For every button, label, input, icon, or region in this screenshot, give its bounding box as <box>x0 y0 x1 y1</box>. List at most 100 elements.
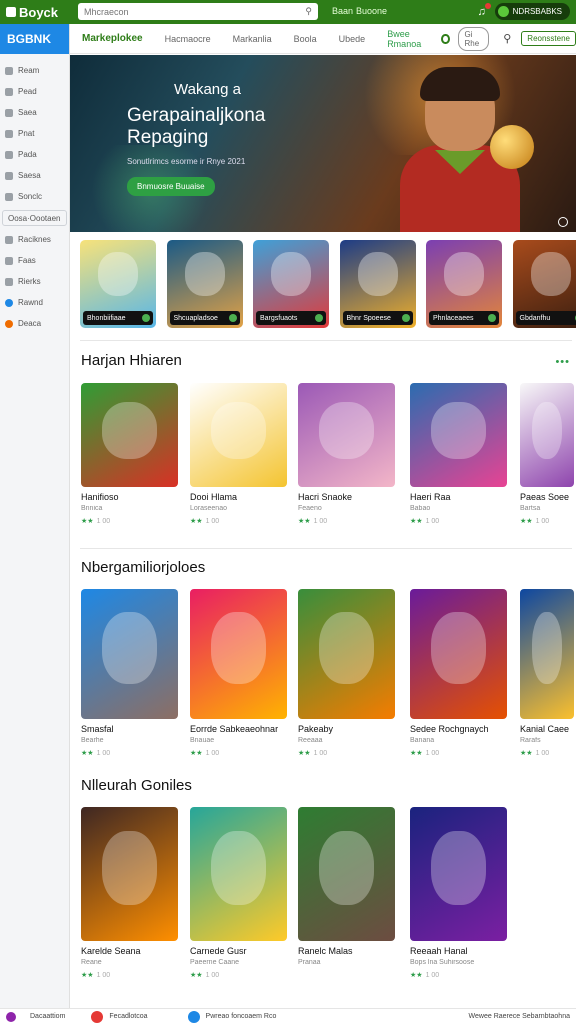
bottom-link-2[interactable]: Fecadlotcoa <box>109 1013 147 1020</box>
game-card[interactable]: Eorrde Sabkeaeohnar Bnauae ★★ 1 00 <box>190 589 287 757</box>
location-icon[interactable] <box>441 33 450 44</box>
sidebar-item[interactable]: Pada <box>0 144 69 165</box>
section-title: Harjan Hhiaren <box>81 352 182 369</box>
chrome-icon[interactable] <box>91 1010 104 1023</box>
game-thumbnail[interactable] <box>81 383 178 487</box>
game-thumbnail[interactable] <box>81 589 178 719</box>
featured-card[interactable]: Shcuapladsoe <box>166 240 243 328</box>
more-options-icon[interactable]: ••• <box>555 356 570 368</box>
sidebar-item[interactable]: Sonclc <box>0 186 69 207</box>
game-card[interactable]: Dooi Hlama Loraseenao ★★ 1 00 <box>190 383 287 525</box>
game-card[interactable]: Haeri Raa Babao ★★ 1 00 <box>410 383 507 525</box>
game-card[interactable]: Smasfal Bearhe ★★ 1 00 <box>81 589 178 757</box>
tab-3[interactable]: Markanlia <box>233 34 272 44</box>
game-card[interactable]: Reeaah Hanal Bops lna Suhirsoose ★★ 1 00 <box>410 807 507 979</box>
hero-banner[interactable]: Wakang a Gerapainaljkona Repaging Sonutl… <box>70 55 576 232</box>
top-link-1[interactable]: Baan <box>332 6 353 16</box>
game-card[interactable]: Pakeaby Reeaaa ★★ 1 00 <box>298 589 395 757</box>
sidebar-item[interactable]: Deaca <box>0 313 69 334</box>
status-dot-icon <box>401 314 410 322</box>
bottom-link-1[interactable]: Dacaattiom <box>30 1013 65 1020</box>
sidebar-item[interactable]: Saesa <box>0 165 69 186</box>
search-input[interactable] <box>84 6 284 17</box>
game-thumbnail[interactable] <box>298 589 395 719</box>
game-rating: ★★ 1 00 <box>520 517 574 525</box>
featured-card[interactable]: Phnlaceaees <box>426 240 502 328</box>
character-art <box>431 831 486 905</box>
app-icon[interactable] <box>6 1011 16 1022</box>
sidebar-item[interactable]: Saea <box>0 102 69 123</box>
rating-count: 1 00 <box>96 518 111 525</box>
filter-pill[interactable]: Gi Rhe <box>457 26 490 51</box>
sidebar-item-label: Pead <box>18 87 37 96</box>
game-thumbnail[interactable] <box>190 589 287 719</box>
featured-card[interactable]: Gbdanfhu <box>512 240 576 328</box>
sidebar-item-label: Ream <box>18 66 40 75</box>
bottom-link-4[interactable]: Wewee Raerece Sebarnbtaohna <box>469 1013 570 1020</box>
game-thumbnail[interactable] <box>298 383 395 487</box>
game-card[interactable]: Hacri Snaoke Feaeno ★★ 1 00 <box>298 383 395 525</box>
tab-6[interactable]: Bwee Rmanoa <box>387 29 429 49</box>
character-art <box>357 252 398 296</box>
featured-card-label: Gbdanfhu <box>515 311 576 325</box>
sidebar-item[interactable]: Rierks <box>0 271 69 292</box>
featured-card[interactable]: Bhonbiifiaae <box>80 240 156 328</box>
sidebar-item[interactable]: Pnat <box>0 123 69 144</box>
sidebar-item-label: Rierks <box>18 277 41 286</box>
tag-icon <box>5 277 13 286</box>
featured-card[interactable]: Bhnr Spoeese <box>339 240 416 328</box>
bell-icon[interactable]: ♫ <box>475 2 491 19</box>
game-thumbnail[interactable] <box>190 383 287 487</box>
star-icon: ★★ <box>298 750 311 757</box>
featured-card[interactable]: Bargsfuaots <box>253 240 329 328</box>
tab-5[interactable]: Ubede <box>339 34 366 44</box>
brand[interactable]: Boyck <box>0 5 70 20</box>
search-icon[interactable]: ⚲ <box>503 32 511 45</box>
sidebar-item-special[interactable]: Oosa·Oootaen <box>2 210 67 226</box>
sidebar-item[interactable]: Ream <box>0 60 69 81</box>
featured-card-label: Bargsfuaots <box>256 311 326 325</box>
home-icon <box>5 66 13 75</box>
game-card[interactable]: Sedee Rochgnaych Banana ★★ 1 00 <box>410 589 507 757</box>
game-title: Dooi Hlama <box>190 492 238 502</box>
game-thumbnail[interactable] <box>190 807 287 941</box>
tab-4[interactable]: Boola <box>294 34 317 44</box>
star-icon: ★★ <box>81 750 94 757</box>
sidebar-item[interactable]: Rawnd <box>0 292 69 313</box>
hero-kicker: Wakang a <box>174 81 241 98</box>
game-rating: ★★ 1 00 <box>298 749 395 757</box>
sidebar-item[interactable]: Raciknes <box>0 229 69 250</box>
character-art <box>431 401 486 459</box>
game-card[interactable]: Hanifioso Bnnica ★★ 1 00 <box>81 383 178 525</box>
game-card[interactable]: Carnede Gusr Paeerne Caane ★★ 1 00 <box>190 807 287 979</box>
tab-2[interactable]: Hacmaocre <box>165 34 211 44</box>
play-icon[interactable] <box>558 217 568 227</box>
game-rating: ★★ 1 00 <box>410 971 507 979</box>
bottom-link-3[interactable]: Pwreao foncoaem Rco <box>206 1013 277 1020</box>
game-thumbnail[interactable] <box>520 383 574 487</box>
game-card[interactable]: Ranelc Malas Pranaa <box>298 807 395 966</box>
game-thumbnail[interactable] <box>298 807 395 941</box>
game-thumbnail[interactable] <box>410 383 507 487</box>
hero-cta-button[interactable]: Bnmuosre Buuaise <box>127 177 215 196</box>
search-icon[interactable]: ⚲ <box>305 6 312 17</box>
game-card[interactable]: Karelde Seana Reane ★★ 1 00 <box>81 807 178 979</box>
sidebar-item[interactable]: Pead <box>0 81 69 102</box>
browser-icon[interactable] <box>187 1010 200 1023</box>
sidebar-item-label: Faas <box>18 256 36 265</box>
sidebar-header[interactable]: BGBNK <box>0 24 69 54</box>
game-thumbnail[interactable] <box>520 589 574 719</box>
brand-name: Boyck <box>19 4 59 20</box>
rating-count: 1 00 <box>96 750 111 757</box>
tab-marketplace[interactable]: Markeplokee <box>82 33 143 44</box>
user-menu[interactable]: NDRSBABKS <box>494 3 570 20</box>
nav-cta-button[interactable]: Reonsstene <box>521 31 576 46</box>
game-card[interactable]: Paeas Soee Bartsa ★★ 1 00 <box>520 383 574 525</box>
game-thumbnail[interactable] <box>410 589 507 719</box>
sidebar-item[interactable]: Faas <box>0 250 69 271</box>
game-card[interactable]: Kanial Caee Rarafs ★★ 1 00 <box>520 589 574 757</box>
game-thumbnail[interactable] <box>81 807 178 941</box>
top-link-2[interactable]: Buoone <box>356 6 387 16</box>
game-thumbnail[interactable] <box>410 807 507 941</box>
search-box[interactable]: ⚲ <box>78 3 318 20</box>
